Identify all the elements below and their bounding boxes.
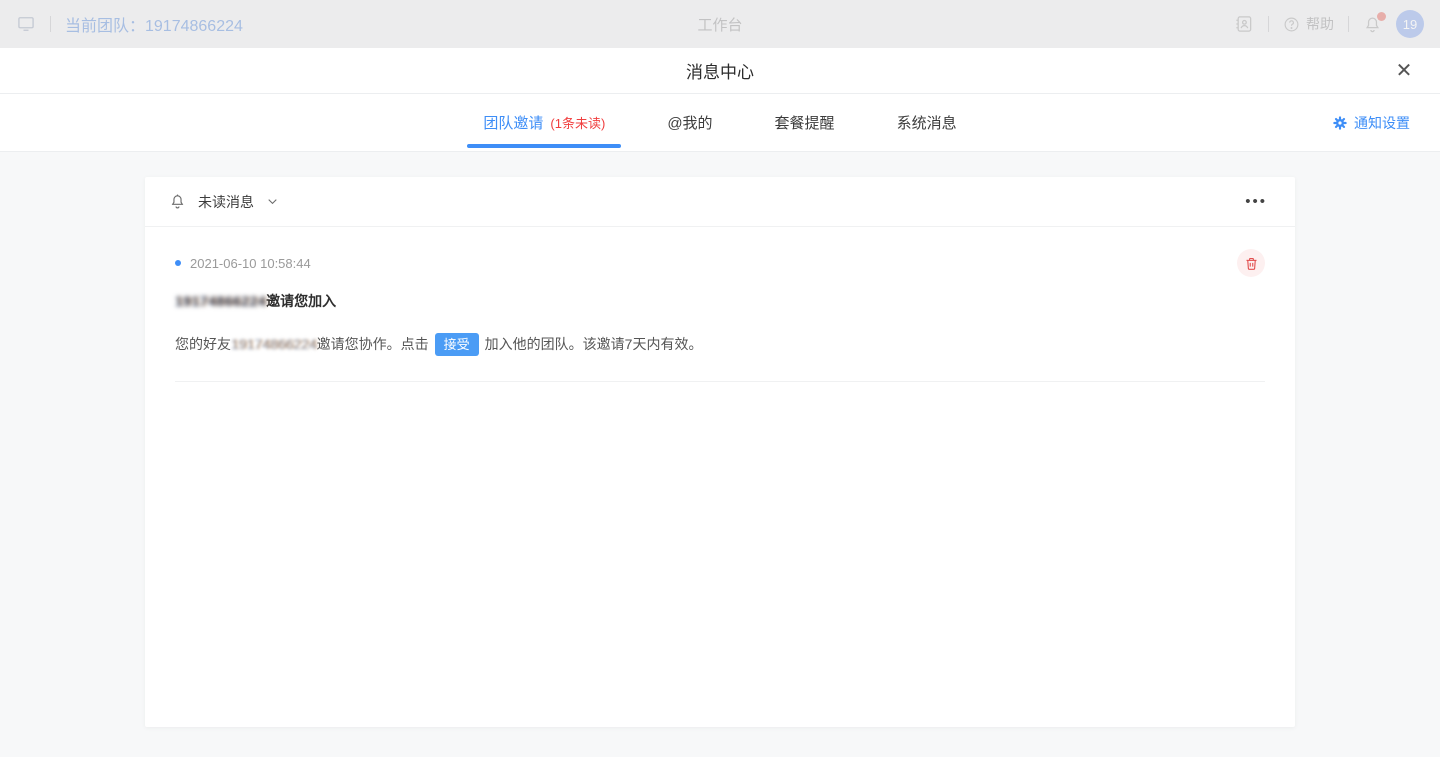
question-circle-icon bbox=[1283, 16, 1300, 33]
message-title: 19174866224邀请您加入 bbox=[175, 291, 1265, 311]
chevron-down-icon bbox=[266, 195, 279, 208]
active-tab-underline bbox=[467, 144, 621, 148]
tab-label: 套餐提醒 bbox=[775, 112, 835, 133]
tab-plan-reminders[interactable]: 套餐提醒 bbox=[759, 94, 851, 151]
tab-label: 系统消息 bbox=[897, 112, 957, 133]
current-team-label[interactable]: 当前团队：19174866224 bbox=[65, 12, 243, 36]
messages-panel: 未读消息 ••• 2021-06-10 10:58:44 bbox=[145, 177, 1295, 727]
workspace-monitor-icon[interactable] bbox=[16, 14, 36, 34]
accept-button[interactable]: 接受 bbox=[435, 333, 479, 356]
workbench-title: 工作台 bbox=[698, 14, 743, 35]
topbar-divider bbox=[1268, 16, 1269, 32]
notification-dot bbox=[1377, 12, 1386, 21]
delete-message-button[interactable] bbox=[1237, 249, 1265, 277]
notifications-bell-icon[interactable] bbox=[1363, 15, 1382, 34]
panel-header: 未读消息 ••• bbox=[145, 177, 1295, 227]
tab-content: 未读消息 ••• 2021-06-10 10:58:44 bbox=[0, 152, 1440, 757]
contacts-icon[interactable] bbox=[1234, 14, 1254, 34]
tabs-bar: 团队邀请 (1条未读) @我的 套餐提醒 系统消息 bbox=[0, 94, 1440, 152]
message-center-modal: 消息中心 ✕ 团队邀请 (1条未读) @我的 套餐提醒 系统消息 bbox=[0, 48, 1440, 757]
tab-system-messages[interactable]: 系统消息 bbox=[881, 94, 973, 151]
filter-label: 未读消息 bbox=[198, 192, 254, 212]
modal-header: 消息中心 ✕ bbox=[0, 48, 1440, 94]
bell-icon bbox=[169, 193, 186, 210]
avatar[interactable]: 19 bbox=[1396, 10, 1424, 38]
message-body: 您的好友 19174866224 邀请您协作。点击 接受 加入他的团队。该邀请7… bbox=[175, 331, 1265, 357]
more-actions-icon[interactable]: ••• bbox=[1241, 190, 1271, 213]
topbar-divider bbox=[1348, 16, 1349, 32]
topbar-divider bbox=[50, 16, 51, 32]
tab-mentions[interactable]: @我的 bbox=[651, 94, 728, 151]
notification-settings-label: 通知设置 bbox=[1354, 113, 1410, 133]
tab-label: @我的 bbox=[667, 112, 712, 133]
redacted-phone-number: 19174866224 bbox=[175, 293, 266, 309]
close-icon[interactable]: ✕ bbox=[1390, 57, 1418, 85]
tab-team-invites[interactable]: 团队邀请 (1条未读) bbox=[467, 94, 621, 151]
top-bar: 当前团队：19174866224 工作台 bbox=[0, 0, 1440, 48]
message-divider bbox=[175, 381, 1265, 382]
redacted-phone-number: 19174866224 bbox=[231, 331, 317, 357]
message-item: 2021-06-10 10:58:44 bbox=[145, 227, 1295, 382]
unread-badge: (1条未读) bbox=[550, 113, 605, 132]
unread-filter-dropdown[interactable]: 未读消息 bbox=[169, 192, 279, 212]
unread-dot bbox=[175, 260, 181, 266]
help-label: 帮助 bbox=[1306, 14, 1334, 34]
notification-settings-button[interactable]: 通知设置 bbox=[1332, 113, 1410, 133]
tab-label: 团队邀请 bbox=[483, 112, 543, 133]
gear-icon bbox=[1332, 115, 1348, 131]
message-timestamp: 2021-06-10 10:58:44 bbox=[190, 256, 311, 271]
trash-icon bbox=[1244, 256, 1259, 271]
help-button[interactable]: 帮助 bbox=[1283, 14, 1334, 34]
page-title: 消息中心 bbox=[686, 58, 754, 83]
